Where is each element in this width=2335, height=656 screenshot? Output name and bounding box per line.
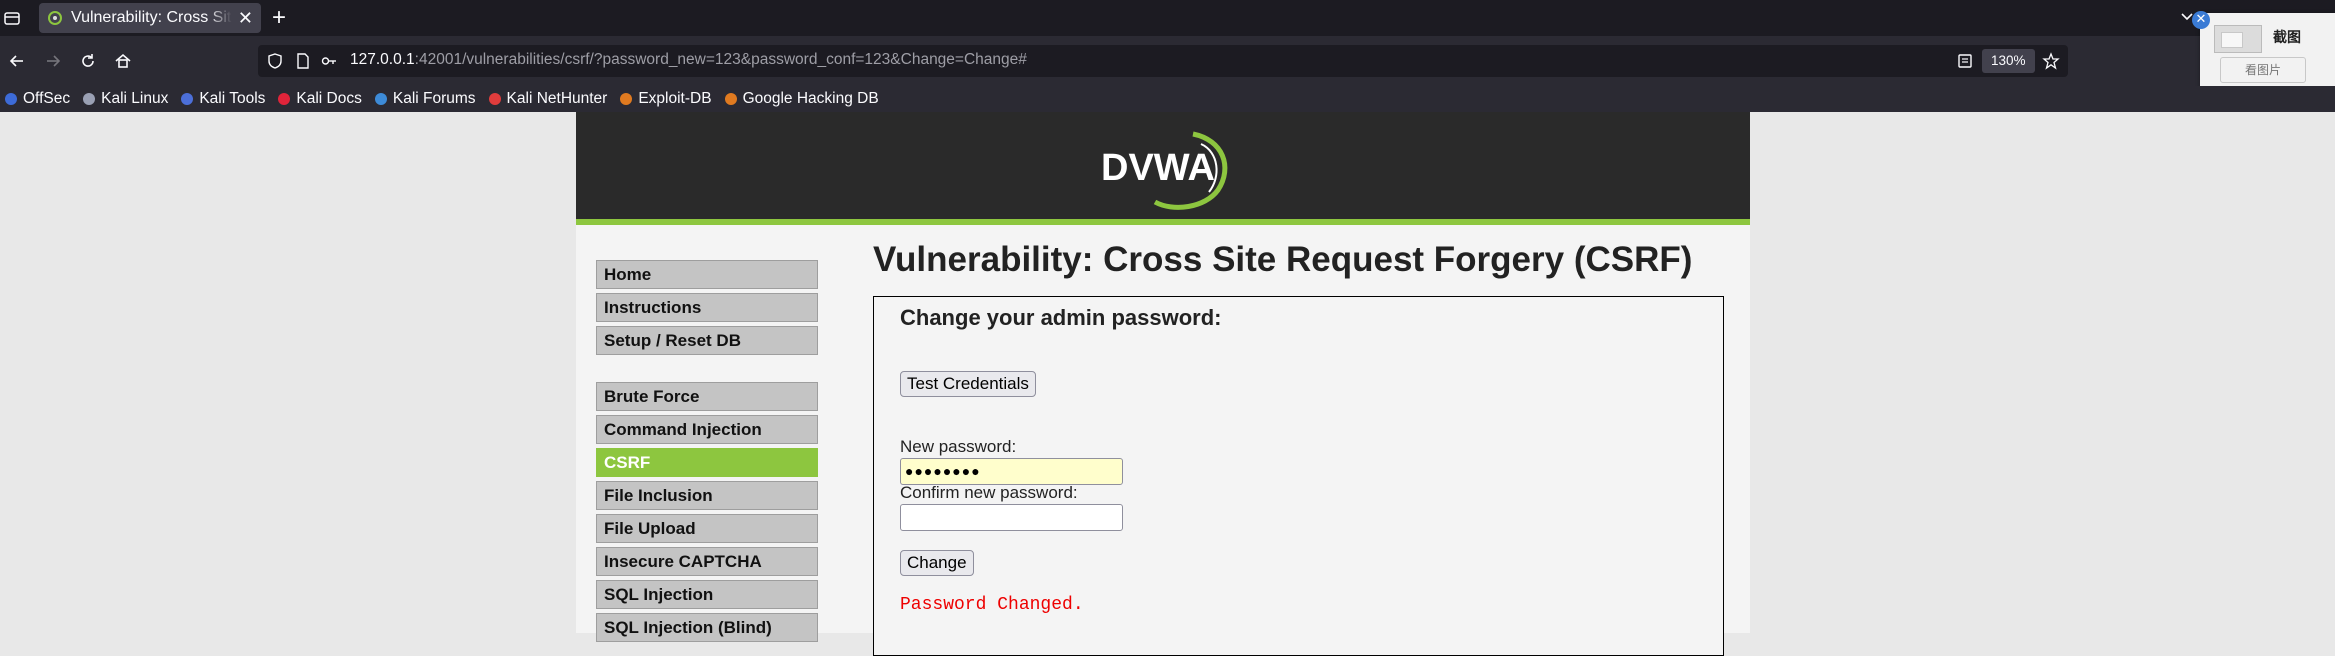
browser-tab-active[interactable]: Vulnerability: Cross Site Request Forger…: [39, 3, 261, 33]
ghdb-icon: [724, 93, 737, 105]
popup-title: 截图: [2273, 30, 2301, 46]
reader-view-icon[interactable]: [1956, 52, 1974, 70]
tab-bar: Vulnerability: Cross Site Request Forger…: [0, 0, 2335, 36]
new-password-field[interactable]: ●●●●●●●●: [900, 458, 1123, 485]
status-message: Password Changed.: [900, 595, 1084, 615]
bookmark-star-icon[interactable]: [2042, 52, 2060, 70]
kali-icon: [83, 93, 96, 105]
menu-item-command-injection[interactable]: Command Injection: [596, 415, 818, 444]
tab-close-icon[interactable]: ✕: [238, 8, 253, 29]
kali-docs-icon: [278, 93, 291, 105]
home-icon[interactable]: [113, 51, 133, 71]
url-path: :42001/vulnerabilities/csrf/?password_ne…: [414, 51, 1027, 68]
change-button[interactable]: Change: [900, 550, 974, 576]
menu-item-instructions[interactable]: Instructions: [596, 293, 818, 322]
menu-item-csrf[interactable]: CSRF: [596, 448, 818, 477]
back-arrow-icon[interactable]: [7, 51, 27, 71]
confirm-password-field[interactable]: [900, 504, 1123, 531]
bookmark-item[interactable]: OffSec: [4, 90, 70, 108]
bookmark-item[interactable]: Kali Tools: [180, 90, 265, 108]
bookmark-label: Kali Linux: [101, 90, 169, 107]
kali-forums-icon: [374, 93, 387, 105]
bookmark-item[interactable]: Google Hacking DB: [724, 90, 879, 108]
popup-close-icon[interactable]: ✕: [2192, 11, 2210, 29]
screenshot-thumbnail[interactable]: [2214, 25, 2262, 53]
dvwa-favicon-icon: [48, 11, 62, 25]
form-heading: Change your admin password:: [900, 305, 1222, 330]
new-password-label: New password:: [900, 437, 1017, 456]
menu-item-sql-injection-blind[interactable]: SQL Injection (Blind): [596, 613, 818, 642]
reload-icon[interactable]: [78, 51, 98, 71]
menu-group-vulnerabilities: Brute Force Command Injection CSRF File Inc…: [596, 382, 818, 642]
page-viewport: DVWA Home Instructions Setup / Reset DB Br…: [0, 112, 2335, 656]
dvwa-logo: DVWA: [1101, 131, 1228, 210]
dvwa-container: DVWA Home Instructions Setup / Reset DB Br…: [576, 112, 1750, 656]
menu-spacer: [596, 359, 818, 382]
address-bar[interactable]: 127.0.0.1:42001/vulnerabilities/csrf/?pa…: [258, 45, 2068, 77]
bookmark-label: OffSec: [23, 90, 71, 107]
url-text[interactable]: 127.0.0.1:42001/vulnerabilities/csrf/?pa…: [350, 51, 1027, 69]
bookmark-label: Kali Tools: [199, 90, 266, 107]
bookmark-label: Google Hacking DB: [742, 90, 879, 107]
zoom-level-badge[interactable]: 130%: [1982, 49, 2035, 73]
bookmark-label: Kali NetHunter: [506, 90, 608, 107]
menu-item-file-upload[interactable]: File Upload: [596, 514, 818, 543]
page-info-icon[interactable]: [294, 52, 312, 70]
bookmark-item[interactable]: Exploit-DB: [619, 90, 712, 108]
menu-item-insecure-captcha[interactable]: Insecure CAPTCHA: [596, 547, 818, 576]
bookmarks-toolbar: OffSec Kali Linux Kali Tools Kali Docs Kali …: [0, 86, 2335, 112]
confirm-password-label: Confirm new password:: [900, 483, 1078, 502]
view-image-button[interactable]: 看图片: [2220, 57, 2306, 83]
site-header: DVWA: [576, 112, 1750, 219]
test-credentials-button[interactable]: Test Credentials: [900, 371, 1036, 397]
forward-arrow-icon[interactable]: [43, 51, 63, 71]
menu-item-setup-reset-db[interactable]: Setup / Reset DB: [596, 326, 818, 355]
menu-item-sql-injection[interactable]: SQL Injection: [596, 580, 818, 609]
url-host: 127.0.0.1: [350, 51, 415, 68]
exploitdb-icon: [620, 93, 633, 105]
menu-group-main: Home Instructions Setup / Reset DB: [596, 260, 818, 355]
csrf-form-box: Change your admin password: Test Credent…: [873, 296, 1724, 656]
new-tab-button[interactable]: +: [272, 4, 286, 32]
bookmark-label: Kali Forums: [392, 90, 476, 107]
menu-item-file-inclusion[interactable]: File Inclusion: [596, 481, 818, 510]
menu-item-brute-force[interactable]: Brute Force: [596, 382, 818, 411]
offsec-icon: [5, 93, 17, 105]
tab-title: Vulnerability: Cross Site Request Forger…: [71, 9, 232, 26]
nethunter-icon: [488, 93, 501, 105]
kali-tools-icon: [181, 93, 194, 105]
bookmark-label: Kali Docs: [296, 90, 362, 107]
bookmark-item[interactable]: Kali Forums: [374, 90, 476, 108]
shield-icon[interactable]: [266, 52, 284, 70]
tab-list-icon[interactable]: [3, 9, 21, 27]
bookmark-item[interactable]: Kali Linux: [82, 90, 168, 108]
header-stripe: [576, 219, 1750, 225]
key-icon[interactable]: [320, 52, 338, 70]
menu-item-home[interactable]: Home: [596, 260, 818, 289]
bookmark-item[interactable]: Kali NetHunter: [488, 90, 608, 108]
bookmark-label: Exploit-DB: [638, 90, 712, 107]
page-title: Vulnerability: Cross Site Request Forger…: [873, 240, 1693, 279]
logo-text: DVWA: [1101, 147, 1215, 189]
bookmark-item[interactable]: Kali Docs: [277, 90, 362, 108]
sidebar-menu: Home Instructions Setup / Reset DB Brute F…: [596, 260, 818, 646]
